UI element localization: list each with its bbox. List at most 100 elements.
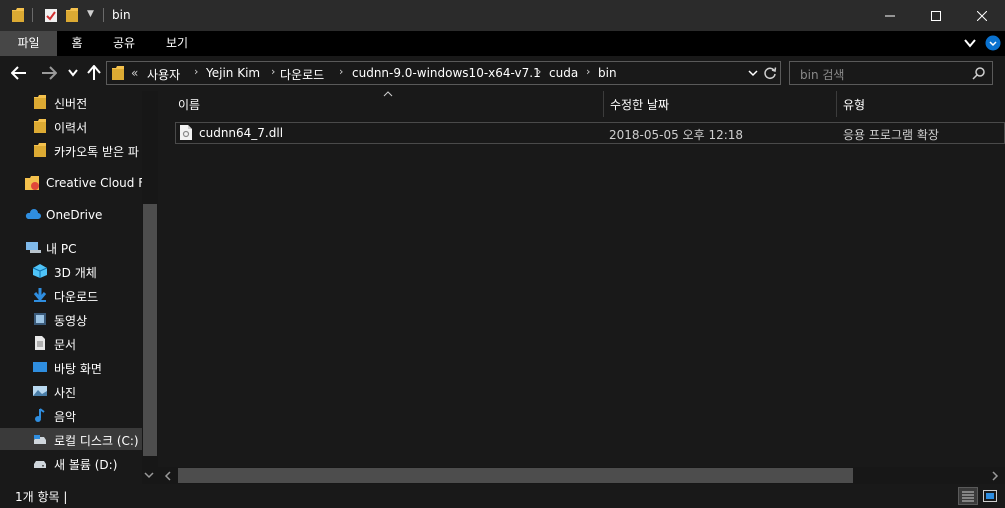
scroll-right-icon[interactable]	[992, 471, 999, 481]
sidebar-item-music[interactable]: 음악	[0, 404, 142, 426]
column-header-date[interactable]: 수정한 날짜	[603, 91, 836, 117]
sidebar-item-pictures[interactable]: 사진	[0, 380, 142, 402]
sidebar-item-kakaotalk[interactable]: 카카오톡 받은 파	[0, 139, 142, 161]
sidebar-item-label: 3D 개체	[54, 266, 97, 280]
recent-locations-button[interactable]	[64, 64, 82, 82]
maximize-icon	[931, 10, 941, 21]
sidebar-item-new-version[interactable]: 신버전	[0, 91, 142, 113]
sidebar-item-label: 내 PC	[46, 242, 77, 256]
address-history-chevron-icon[interactable]	[748, 70, 758, 77]
sidebar-item-label: 새 볼륨 (D:)	[54, 458, 118, 472]
sidebar-item-this-pc[interactable]: 내 PC	[0, 236, 142, 258]
sidebar-scrollbar-thumb[interactable]	[143, 204, 157, 456]
breadcrumb-bin[interactable]: bin	[598, 66, 617, 80]
file-list: 이름 수정한 날짜 유형 cudnn64_7.dll 2018-05-05 오후…	[158, 91, 1005, 484]
breadcrumb-user-folder[interactable]: Yejin Kim	[206, 66, 260, 80]
scroll-down-icon[interactable]	[144, 472, 154, 479]
sidebar-item-volume-d[interactable]: 새 볼륨 (D:)	[0, 452, 142, 474]
sidebar-item-label: Creative Cloud Fil	[46, 176, 142, 190]
creative-cloud-folder-icon	[25, 176, 39, 190]
file-row[interactable]: cudnn64_7.dll 2018-05-05 오후 12:18 응용 프로그…	[175, 122, 1005, 144]
sidebar-item-3d-objects[interactable]: 3D 개체	[0, 260, 142, 282]
tab-home[interactable]: 홈	[57, 31, 97, 56]
breadcrumb-chevron-icon[interactable]: ›	[339, 65, 343, 78]
customize-quick-access-icon[interactable]: ▼	[87, 9, 94, 19]
folder-icon	[112, 66, 124, 80]
address-bar[interactable]: « 사용자 › Yejin Kim › 다운로드 › cudnn-9.0-win…	[106, 61, 781, 85]
breadcrumb-chevron-icon[interactable]: ›	[194, 65, 198, 78]
status-bar: 1개 항목 |	[0, 484, 1005, 508]
large-icons-view-icon	[983, 490, 997, 502]
sidebar-item-downloads[interactable]: 다운로드	[0, 284, 142, 306]
details-view-button[interactable]	[958, 487, 978, 505]
navigation-pane: 신버전 이력서 카카오톡 받은 파 Creative Cloud Fil One…	[0, 91, 158, 484]
breadcrumb-chevron-icon[interactable]: ›	[537, 65, 541, 78]
tab-view[interactable]: 보기	[152, 31, 202, 56]
sidebar-item-resume[interactable]: 이력서	[0, 115, 142, 137]
tab-file[interactable]: 파일	[0, 31, 57, 56]
refresh-icon[interactable]	[763, 66, 777, 80]
column-header-type-label: 유형	[843, 98, 866, 112]
details-view-icon	[962, 491, 974, 502]
close-button[interactable]	[959, 0, 1005, 31]
up-arrow-icon	[87, 65, 101, 80]
help-icon[interactable]	[985, 35, 1001, 51]
column-header-name[interactable]: 이름	[171, 91, 603, 117]
search-placeholder[interactable]: bin 검색	[800, 66, 844, 83]
sidebar-item-videos[interactable]: 동영상	[0, 308, 142, 330]
new-folder-icon[interactable]	[66, 8, 78, 22]
properties-icon[interactable]	[45, 8, 57, 22]
sidebar-item-label: 카카오톡 받은 파	[54, 145, 139, 159]
folder-icon[interactable]	[12, 8, 24, 22]
music-icon	[35, 408, 45, 422]
quick-access-separator	[32, 8, 33, 22]
minimize-button[interactable]	[867, 0, 913, 31]
up-button[interactable]	[85, 64, 103, 82]
breadcrumb-overflow[interactable]: «	[131, 66, 138, 80]
sidebar-item-documents[interactable]: 문서	[0, 332, 142, 354]
desktop-icon	[33, 362, 47, 372]
sidebar-item-label: 음악	[54, 410, 77, 424]
sidebar-item-local-disk-c[interactable]: 로컬 디스크 (C:)	[0, 428, 142, 450]
sidebar-item-label: OneDrive	[46, 208, 103, 222]
horizontal-scrollbar[interactable]	[158, 467, 1005, 484]
horizontal-scrollbar-thumb[interactable]	[178, 468, 853, 483]
file-name[interactable]: cudnn64_7.dll	[199, 126, 283, 140]
3d-objects-icon	[33, 264, 47, 278]
sidebar-item-label: 문서	[54, 338, 77, 352]
large-icons-view-button[interactable]	[980, 487, 1000, 505]
drive-icon	[34, 461, 46, 468]
video-icon	[34, 313, 46, 325]
column-header-type[interactable]: 유형	[836, 91, 1005, 117]
search-box[interactable]: bin 검색	[789, 61, 993, 85]
breadcrumb-cuda[interactable]: cuda	[549, 66, 578, 80]
breadcrumb-downloads[interactable]: 다운로드	[280, 66, 324, 83]
sidebar-item-creative-cloud[interactable]: Creative Cloud Fil	[0, 172, 142, 194]
forward-button[interactable]	[40, 64, 58, 82]
sidebar-scrollbar[interactable]	[142, 91, 158, 484]
sidebar-item-label: 다운로드	[54, 290, 99, 304]
sidebar-item-label: 바탕 화면	[54, 362, 102, 376]
sidebar-item-label: 신버전	[54, 97, 88, 111]
sidebar-item-label: 로컬 디스크 (C:)	[54, 434, 139, 448]
folder-icon	[34, 119, 46, 133]
back-button[interactable]	[10, 64, 28, 82]
scroll-left-icon[interactable]	[164, 471, 171, 481]
expand-ribbon-icon[interactable]	[964, 39, 976, 48]
folder-icon	[34, 95, 46, 109]
breadcrumb-cudnn[interactable]: cudnn-9.0-windows10-x64-v7.1	[352, 66, 541, 80]
sidebar-item-onedrive[interactable]: OneDrive	[0, 204, 142, 226]
tab-share[interactable]: 공유	[100, 31, 148, 56]
pictures-icon	[33, 386, 47, 396]
search-icon[interactable]	[972, 67, 985, 80]
local-disk-icon	[34, 435, 46, 444]
navigation-bar: « 사용자 › Yejin Kim › 다운로드 › cudnn-9.0-win…	[0, 56, 1005, 91]
breadcrumb-users[interactable]: 사용자	[147, 66, 180, 83]
maximize-button[interactable]	[913, 0, 959, 31]
sidebar-item-label: 이력서	[54, 121, 88, 135]
file-type: 응용 프로그램 확장	[843, 128, 939, 142]
sidebar-item-desktop[interactable]: 바탕 화면	[0, 356, 142, 378]
breadcrumb-chevron-icon[interactable]: ›	[271, 65, 275, 78]
folder-icon	[34, 143, 46, 157]
breadcrumb-chevron-icon[interactable]: ›	[586, 65, 590, 78]
